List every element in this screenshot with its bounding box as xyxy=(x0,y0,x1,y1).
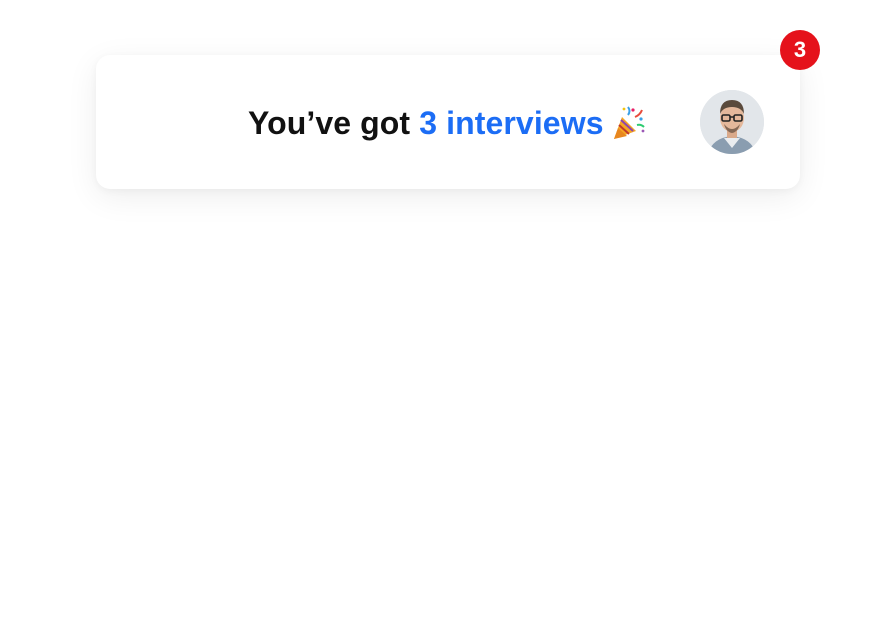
message-prefix: You’ve got xyxy=(248,104,411,141)
interview-notification-card[interactable]: You’ve got 3 interviews xyxy=(96,55,800,189)
interview-count-link[interactable]: 3 interviews xyxy=(419,105,603,142)
party-popper-icon xyxy=(610,105,646,141)
notification-count-badge: 3 xyxy=(780,30,820,70)
avatar[interactable] xyxy=(700,90,764,154)
notification-message: You’ve got 3 interviews xyxy=(248,103,646,143)
